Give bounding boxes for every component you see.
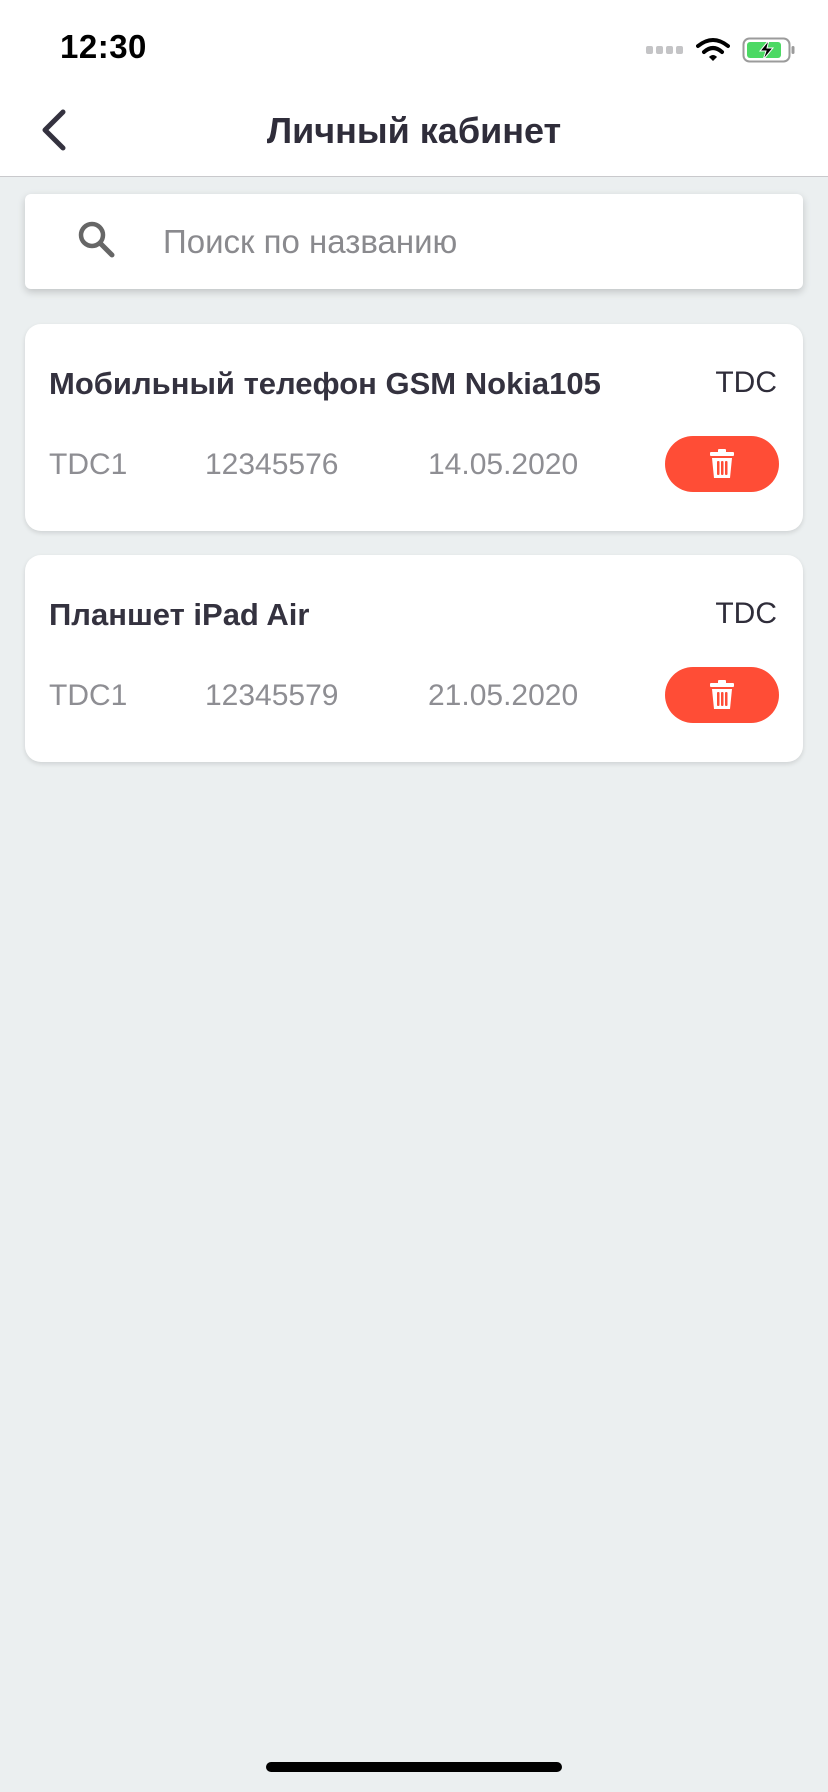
item-title: Планшет iPad Air [49,597,310,632]
status-icons [646,36,796,64]
page-title: Личный кабинет [266,110,562,151]
item-number: 12345579 [205,679,339,712]
item-type: TDC1 [49,448,128,481]
cellular-signal-icon [646,46,683,54]
search-icon [78,221,115,258]
home-indicator [266,1762,562,1772]
delete-button[interactable] [665,436,779,492]
top-bar: 12:30 Личный кабинет [0,0,828,177]
list-item[interactable]: Мобильный телефон GSM Nokia105 TDC TDC1 … [25,324,803,531]
item-date: 21.05.2020 [428,679,579,712]
item-code: TDC [715,597,777,630]
trash-icon [710,680,734,709]
trash-icon [710,449,734,478]
item-title: Мобильный телефон GSM Nokia105 [49,366,601,401]
item-date: 14.05.2020 [428,448,579,481]
wifi-icon [696,38,730,61]
search-input[interactable] [135,194,775,289]
list-item[interactable]: Планшет iPad Air TDC TDC1 12345579 21.05… [25,555,803,762]
item-code: TDC [715,366,777,399]
status-time: 12:30 [60,28,147,65]
item-type: TDC1 [49,679,128,712]
search-bar [25,194,803,289]
delete-button[interactable] [665,667,779,723]
battery-charging-icon [742,37,795,63]
item-number: 12345576 [205,448,339,481]
